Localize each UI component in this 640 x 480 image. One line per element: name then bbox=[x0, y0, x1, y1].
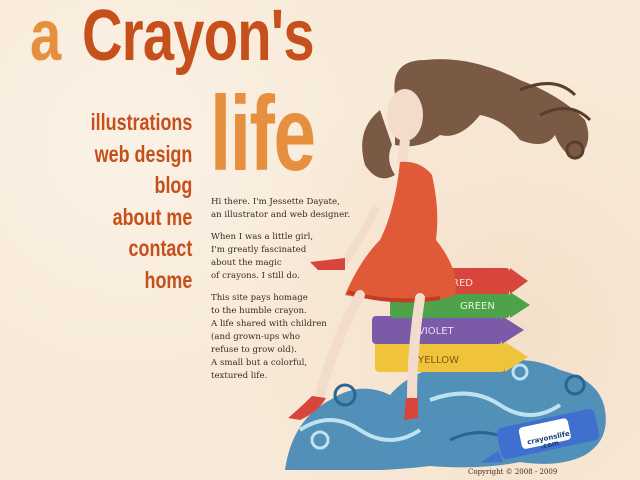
nav-link-web-design[interactable]: web design bbox=[90, 139, 192, 171]
nav-link-contact[interactable]: contact bbox=[90, 233, 192, 265]
right-shoe bbox=[404, 398, 418, 420]
nav-link-home[interactable]: home bbox=[90, 265, 192, 297]
crayon-yellow: YELLOW bbox=[375, 342, 528, 372]
face bbox=[387, 89, 423, 141]
crayon-violet-label: VIOLET bbox=[418, 326, 455, 337]
nav-link-illustrations[interactable]: illustrations bbox=[90, 107, 192, 139]
left-leg bbox=[315, 290, 365, 400]
main-navigation: illustrations web design blog about me c… bbox=[62, 107, 192, 296]
crayon-green-label: GREEN bbox=[460, 301, 495, 312]
nav-link-about-me[interactable]: about me bbox=[90, 202, 192, 234]
crayon-violet: VIOLET bbox=[372, 316, 524, 344]
held-crayon bbox=[310, 258, 345, 270]
copyright-text: Copyright © 2008 - 2009 bbox=[468, 468, 558, 476]
crayon-yellow-label: YELLOW bbox=[417, 355, 459, 366]
neck bbox=[397, 139, 410, 166]
nav-link-blog[interactable]: blog bbox=[90, 170, 192, 202]
waves bbox=[285, 360, 606, 470]
logo-word-a: a bbox=[30, 0, 61, 76]
girl-on-crayons-illustration: YELLOW VIOLET GREEN RED crayonslife.com bbox=[285, 59, 606, 470]
